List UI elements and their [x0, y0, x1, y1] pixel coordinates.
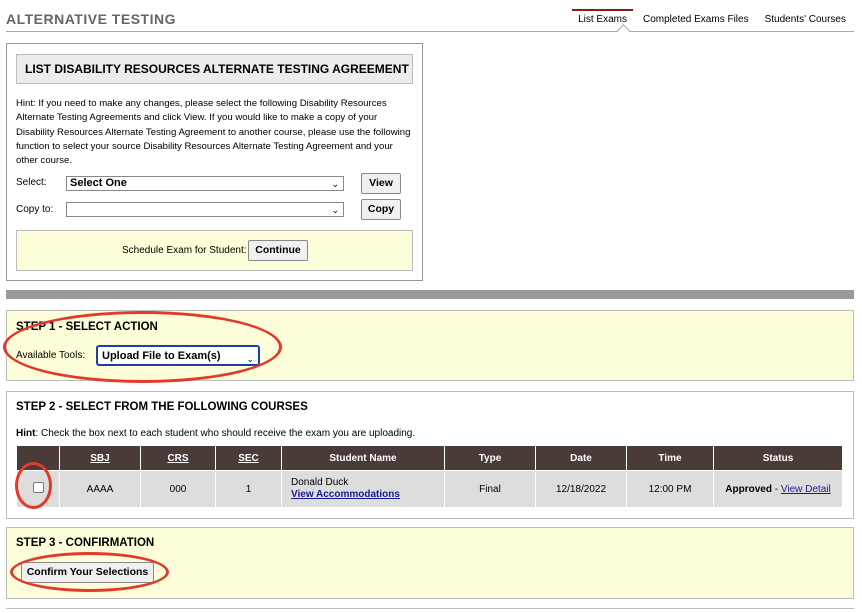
section-divider-bar	[6, 290, 854, 299]
chevron-down-icon: ⌄	[331, 205, 339, 215]
col-time: Time	[626, 445, 714, 471]
copy-to-select[interactable]: ⌄	[66, 202, 344, 217]
step2-hint-text: : Check the box next to each student who…	[35, 428, 416, 439]
col-sec-label[interactable]: SEC	[238, 453, 259, 464]
status-text: Approved	[725, 483, 772, 495]
confirm-selections-button[interactable]: Confirm Your Selections	[21, 562, 154, 583]
step2-hint-bold: Hint	[16, 428, 36, 439]
tab-students-courses[interactable]: Students' Courses	[763, 14, 848, 25]
step3-title: STEP 3 - CONFIRMATION	[16, 537, 155, 549]
step2-hint: Hint: Check the box next to each student…	[16, 428, 415, 439]
schedule-exam-box: Schedule Exam for Student: Continue	[16, 230, 413, 271]
cell-sbj: AAAA	[59, 470, 141, 508]
cell-sec: 1	[215, 470, 282, 508]
col-type: Type	[444, 445, 536, 471]
chevron-down-icon: ⌄	[246, 354, 254, 364]
cell-student: Donald Duck View Accommodations	[281, 470, 445, 508]
step1-panel: STEP 1 - SELECT ACTION Available Tools: …	[6, 310, 854, 381]
tab-completed-exams-files[interactable]: Completed Exams Files	[641, 14, 751, 25]
courses-table: SBJ CRS SEC Student Name Type Date Time …	[16, 445, 843, 508]
view-accommodations-link[interactable]: View Accommodations	[291, 489, 400, 500]
step2-title: STEP 2 - SELECT FROM THE FOLLOWING COURS…	[16, 401, 308, 413]
schedule-exam-label: Schedule Exam for Student:	[122, 245, 247, 256]
agreement-hint: Hint: If you need to make any changes, p…	[16, 98, 411, 167]
active-tab-pointer	[617, 24, 630, 37]
agreement-panel: LIST DISABILITY RESOURCES ALTERNATE TEST…	[6, 43, 423, 281]
col-student-name: Student Name	[281, 445, 445, 471]
cell-status: Approved - View Detail	[713, 470, 843, 508]
student-name: Donald Duck	[291, 477, 349, 488]
table-row: AAAA 000 1 Donald Duck View Accommodatio…	[16, 470, 843, 508]
cell-type: Final	[444, 470, 536, 508]
page-title: ALTERNATIVE TESTING	[6, 11, 176, 27]
step2-panel: STEP 2 - SELECT FROM THE FOLLOWING COURS…	[6, 391, 854, 519]
col-status: Status	[713, 445, 843, 471]
col-sec: SEC	[215, 445, 282, 471]
cell-date: 12/18/2022	[535, 470, 627, 508]
header-divider	[6, 31, 854, 32]
step1-title: STEP 1 - SELECT ACTION	[16, 321, 158, 333]
agreement-heading: LIST DISABILITY RESOURCES ALTERNATE TEST…	[16, 54, 413, 84]
bottom-divider	[6, 608, 854, 609]
col-sbj: SBJ	[59, 445, 141, 471]
chevron-down-icon: ⌄	[331, 179, 339, 189]
row-select-cell	[16, 470, 60, 508]
available-tools-label: Available Tools:	[16, 350, 86, 361]
select-label: Select:	[16, 177, 47, 188]
available-tools-value: Upload File to Exam(s)	[102, 350, 221, 362]
page-header: ALTERNATIVE TESTING List Exams Completed…	[0, 0, 862, 37]
status-separator: -	[771, 483, 781, 495]
tab-list-exams[interactable]: List Exams	[572, 9, 633, 25]
cell-crs: 000	[140, 470, 216, 508]
view-detail-link[interactable]: View Detail	[781, 484, 831, 495]
tab-bar: List Exams Completed Exams Files Student…	[564, 9, 848, 25]
agreement-select-value: Select One	[70, 177, 127, 189]
col-date: Date	[535, 445, 627, 471]
agreement-select[interactable]: Select One ⌄	[66, 176, 344, 191]
col-select	[16, 445, 60, 471]
continue-button[interactable]: Continue	[248, 240, 308, 261]
col-sbj-label[interactable]: SBJ	[90, 453, 109, 464]
step3-panel: STEP 3 - CONFIRMATION Confirm Your Selec…	[6, 527, 854, 599]
row-checkbox[interactable]	[32, 482, 44, 493]
table-header-row: SBJ CRS SEC Student Name Type Date Time …	[16, 445, 843, 471]
copy-to-label: Copy to:	[16, 204, 54, 215]
copy-button[interactable]: Copy	[361, 199, 401, 220]
available-tools-select[interactable]: Upload File to Exam(s) ⌄	[96, 345, 260, 366]
col-crs: CRS	[140, 445, 216, 471]
view-button[interactable]: View	[361, 173, 401, 194]
cell-time: 12:00 PM	[626, 470, 714, 508]
col-crs-label[interactable]: CRS	[167, 453, 188, 464]
